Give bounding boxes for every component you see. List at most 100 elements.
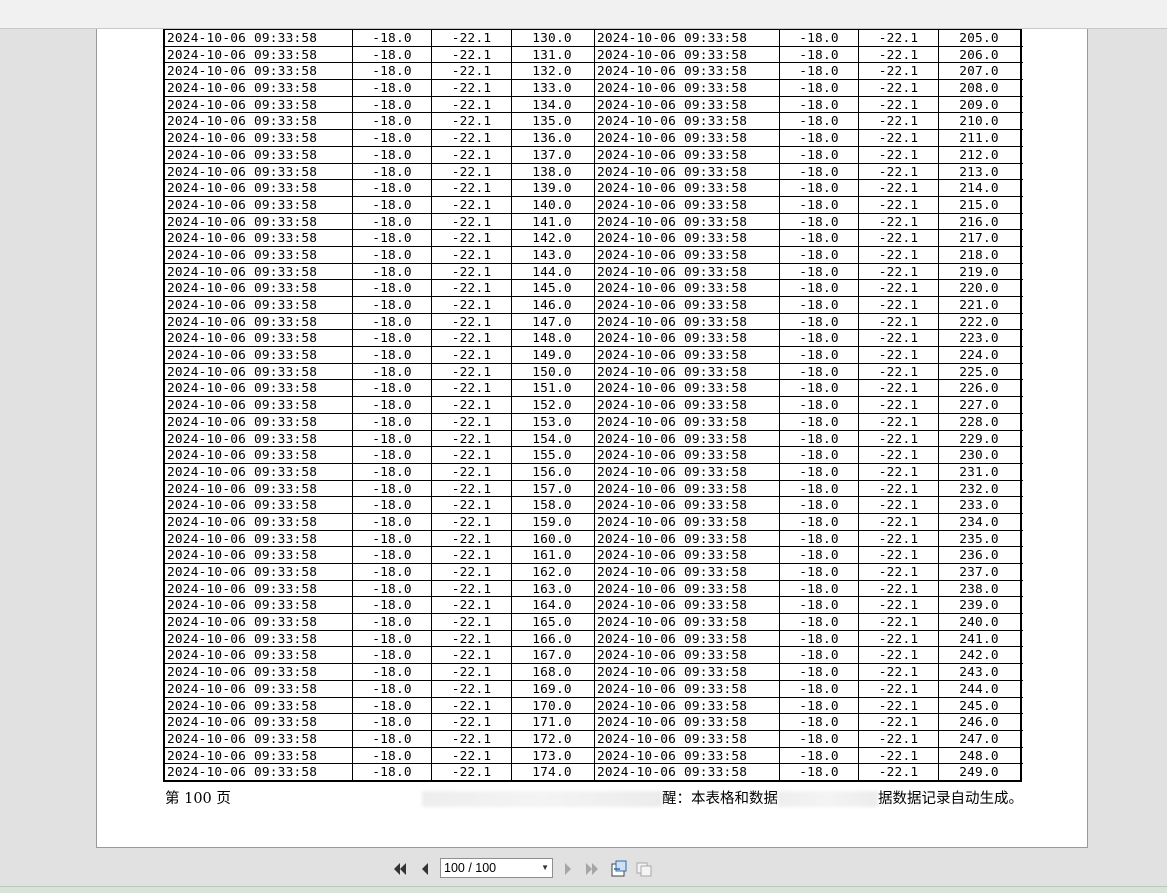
table-row: 2024-10-06 09:33:58 -18.0 -22.1 136.0 bbox=[165, 130, 594, 147]
value-cell-2: -22.1 bbox=[432, 113, 512, 130]
value-cell-3: 151.0 bbox=[532, 381, 572, 397]
timestamp-cell: 2024-10-06 09:33:58 bbox=[594, 397, 780, 413]
table-row: 2024-10-06 09:33:58 -18.0 -22.1 132.0 bbox=[165, 63, 594, 81]
value-cell-1: -18.0 bbox=[780, 80, 859, 96]
timestamp-cell: 2024-10-06 09:33:58 bbox=[165, 297, 353, 313]
timestamp-cell: 2024-10-06 09:33:58 bbox=[165, 196, 353, 213]
value-cell-1: -18.0 bbox=[353, 547, 432, 563]
value-cell-3: 247.0 bbox=[959, 731, 999, 747]
table-row: 2024-10-06 09:33:58 -18.0 -22.1 147.0 bbox=[165, 313, 594, 331]
value-cell-3: 136.0 bbox=[532, 131, 572, 146]
value-cell-2: -22.1 bbox=[432, 196, 512, 213]
next-page-button[interactable] bbox=[558, 859, 578, 879]
value-cell-2: -22.1 bbox=[859, 697, 939, 714]
value-cell-2: -22.1 bbox=[859, 196, 939, 213]
value-cell-1: -18.0 bbox=[780, 230, 859, 246]
value-cell-3: 220.0 bbox=[959, 281, 999, 296]
value-cell-3: 246.0 bbox=[959, 715, 999, 730]
value-cell-3: 240.0 bbox=[959, 615, 999, 630]
table-row: 2024-10-06 09:33:58 -18.0 -22.1 209.0 bbox=[594, 96, 1023, 114]
value-cell-1: -18.0 bbox=[780, 363, 859, 380]
timestamp-cell: 2024-10-06 09:33:58 bbox=[594, 96, 780, 113]
page-select[interactable]: 100 / 100 ▼ bbox=[440, 858, 553, 878]
first-page-button[interactable] bbox=[390, 859, 410, 879]
table-row: 2024-10-06 09:33:58 -18.0 -22.1 170.0 bbox=[165, 697, 594, 715]
value-cell-3: 231.0 bbox=[959, 464, 999, 480]
value-cell-2: -22.1 bbox=[859, 130, 939, 146]
timestamp-cell: 2024-10-06 09:33:58 bbox=[594, 747, 780, 764]
value-cell-1: -18.0 bbox=[780, 580, 859, 597]
value-cell-2: -22.1 bbox=[859, 463, 939, 480]
value-cell-1: -18.0 bbox=[353, 614, 432, 630]
timestamp-cell: 2024-10-06 09:33:58 bbox=[165, 130, 353, 146]
value-cell-1: -18.0 bbox=[353, 180, 432, 196]
timestamp-cell: 2024-10-06 09:33:58 bbox=[165, 63, 353, 80]
timestamp-cell: 2024-10-06 09:33:58 bbox=[165, 513, 353, 530]
timestamp-cell: 2024-10-06 09:33:58 bbox=[165, 480, 353, 497]
value-cell-2: -22.1 bbox=[859, 363, 939, 380]
timestamp-cell: 2024-10-06 09:33:58 bbox=[165, 647, 353, 664]
table-row: 2024-10-06 09:33:58 -18.0 -22.1 230.0 bbox=[594, 447, 1023, 464]
last-page-button[interactable] bbox=[582, 859, 602, 879]
value-cell-3: 145.0 bbox=[532, 281, 572, 296]
value-cell-1: -18.0 bbox=[353, 80, 432, 96]
value-cell-1: -18.0 bbox=[780, 747, 859, 764]
value-cell-3: 152.0 bbox=[532, 398, 572, 413]
timestamp-cell: 2024-10-06 09:33:58 bbox=[594, 447, 780, 463]
prev-page-button[interactable] bbox=[415, 859, 435, 879]
table-row: 2024-10-06 09:33:58 -18.0 -22.1 214.0 bbox=[594, 180, 1023, 197]
timestamp-cell: 2024-10-06 09:33:58 bbox=[594, 230, 780, 246]
value-cell-2: -22.1 bbox=[432, 230, 512, 246]
timestamp-cell: 2024-10-06 09:33:58 bbox=[165, 447, 353, 463]
value-cell-2: -22.1 bbox=[432, 614, 512, 630]
table-row: 2024-10-06 09:33:58 -18.0 -22.1 141.0 bbox=[165, 213, 594, 231]
value-cell-2: -22.1 bbox=[432, 647, 512, 664]
timestamp-cell: 2024-10-06 09:33:58 bbox=[165, 30, 353, 46]
table-row: 2024-10-06 09:33:58 -18.0 -22.1 235.0 bbox=[594, 530, 1023, 548]
table-row: 2024-10-06 09:33:58 -18.0 -22.1 146.0 bbox=[165, 297, 594, 314]
table-row: 2024-10-06 09:33:58 -18.0 -22.1 229.0 bbox=[594, 430, 1023, 448]
value-cell-3: 148.0 bbox=[532, 331, 572, 347]
timestamp-cell: 2024-10-06 09:33:58 bbox=[165, 113, 353, 130]
table-row: 2024-10-06 09:33:58 -18.0 -22.1 174.0 bbox=[165, 764, 594, 781]
timestamp-cell: 2024-10-06 09:33:58 bbox=[594, 413, 780, 430]
export-button[interactable] bbox=[609, 859, 629, 879]
value-cell-2: -22.1 bbox=[432, 714, 512, 730]
last-page-icon bbox=[586, 863, 598, 875]
value-cell-1: -18.0 bbox=[780, 30, 859, 46]
next-page-icon bbox=[565, 863, 571, 875]
value-cell-3: 166.0 bbox=[532, 631, 572, 647]
redacted-text bbox=[422, 791, 662, 807]
value-cell-1: -18.0 bbox=[353, 480, 432, 497]
table-row: 2024-10-06 09:33:58 -18.0 -22.1 213.0 bbox=[594, 163, 1023, 181]
table-row: 2024-10-06 09:33:58 -18.0 -22.1 244.0 bbox=[594, 680, 1023, 698]
table-row: 2024-10-06 09:33:58 -18.0 -22.1 160.0 bbox=[165, 530, 594, 548]
timestamp-cell: 2024-10-06 09:33:58 bbox=[594, 330, 780, 347]
value-cell-1: -18.0 bbox=[353, 130, 432, 146]
value-cell-3: 232.0 bbox=[959, 481, 999, 497]
table-row: 2024-10-06 09:33:58 -18.0 -22.1 228.0 bbox=[594, 413, 1023, 431]
value-cell-3: 167.0 bbox=[532, 648, 572, 664]
value-cell-3: 174.0 bbox=[532, 765, 572, 781]
value-cell-1: -18.0 bbox=[780, 597, 859, 614]
value-cell-1: -18.0 bbox=[353, 330, 432, 347]
value-cell-3: 141.0 bbox=[532, 214, 572, 230]
value-cell-2: -22.1 bbox=[859, 380, 939, 397]
table-row: 2024-10-06 09:33:58 -18.0 -22.1 216.0 bbox=[594, 213, 1023, 231]
value-cell-2: -22.1 bbox=[859, 46, 939, 63]
value-cell-2: -22.1 bbox=[432, 280, 512, 296]
value-cell-3: 169.0 bbox=[532, 681, 572, 697]
timestamp-cell: 2024-10-06 09:33:58 bbox=[165, 213, 353, 230]
value-cell-1: -18.0 bbox=[353, 397, 432, 413]
value-cell-2: -22.1 bbox=[859, 413, 939, 430]
value-cell-1: -18.0 bbox=[353, 146, 432, 163]
timestamp-cell: 2024-10-06 09:33:58 bbox=[594, 80, 780, 96]
value-cell-2: -22.1 bbox=[432, 46, 512, 63]
value-cell-3: 143.0 bbox=[532, 247, 572, 263]
table-row: 2024-10-06 09:33:58 -18.0 -22.1 222.0 bbox=[594, 313, 1023, 331]
value-cell-3: 219.0 bbox=[959, 264, 999, 280]
multi-page-button[interactable] bbox=[634, 859, 654, 879]
value-cell-1: -18.0 bbox=[780, 664, 859, 680]
value-cell-1: -18.0 bbox=[780, 213, 859, 230]
value-cell-3: 139.0 bbox=[532, 181, 572, 196]
